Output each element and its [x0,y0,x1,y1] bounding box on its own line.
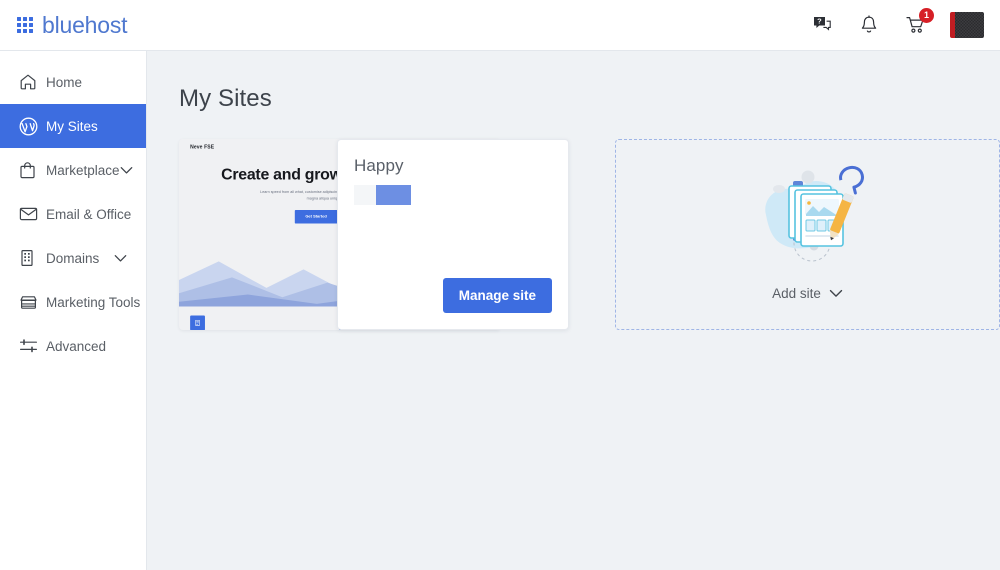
envelope-icon [19,206,40,222]
site-entry: Neve FSE Home Pages Blog Contact Create … [179,139,569,330]
site-card: Happy Manage site [337,139,569,330]
placeholder-block [354,185,376,205]
home-icon [19,73,40,91]
sidebar-item-label: Advanced [46,338,107,354]
site-name: Happy [354,156,404,175]
brand-logo[interactable]: bluehost [0,11,128,38]
main-content: My Sites Neve FSE Home Pages Blog Contac… [147,51,1000,570]
preview-feature: Build your site The flexibility and crea… [190,315,339,330]
avatar[interactable] [950,12,984,38]
sidebar-item-label: Domains [46,250,100,266]
wordpress-icon [19,117,40,136]
chevron-down-icon[interactable] [114,254,127,263]
add-site-label: Add site [772,286,821,301]
sidebar-item-label: Marketplace [46,162,120,178]
preview-primary-button: Get Started [294,209,338,224]
sidebar-item-home[interactable]: Home [0,60,146,104]
sidebar-item-label: My Sites [46,118,98,134]
chevron-down-icon[interactable] [829,285,843,303]
add-site-panel[interactable]: Add site [615,139,1000,330]
status-badge-placeholder [354,185,411,205]
sidebar: Home My Sites Marketplace Email & Office… [0,51,147,570]
add-site-control[interactable]: Add site [772,285,843,303]
brand-name: bluehost [42,11,128,38]
website-builder-illustration [748,163,868,271]
grid-squares-icon [17,17,33,33]
manage-site-button[interactable]: Manage site [442,278,552,313]
sidebar-item-label: Home [46,74,83,90]
building-icon [19,249,40,267]
bluehost-dashboard: bluehost ? 1 Home My Sites Marketplace E… [0,0,1000,570]
sidebar-item-advanced[interactable]: Advanced [0,324,146,368]
page-title: My Sites [179,85,272,112]
sidebar-item-domains[interactable]: Domains [0,236,146,280]
bell-icon[interactable] [856,12,882,38]
sliders-icon [19,338,40,354]
sidebar-item-email-office[interactable]: Email & Office [0,192,146,236]
cart-badge: 1 [919,8,934,23]
chevron-down-icon[interactable] [120,166,133,175]
chat-question-icon[interactable]: ? [809,12,835,38]
preview-logo: Neve FSE [190,144,215,150]
top-header: bluehost ? 1 [0,0,1000,51]
svg-text:?: ? [817,17,822,26]
layout-icon [190,315,205,330]
sidebar-item-marketplace[interactable]: Marketplace [0,148,146,192]
header-actions: ? 1 [809,8,1000,38]
sidebar-item-label: Email & Office [46,206,132,222]
sidebar-item-marketing-tools[interactable]: Marketing Tools [0,280,146,324]
placeholder-block [376,185,411,205]
shopping-cart-icon[interactable]: 1 [903,8,934,38]
storefront-icon [19,294,40,311]
sites-row: Neve FSE Home Pages Blog Contact Create … [179,139,1000,330]
shopping-bag-icon [19,161,40,179]
sidebar-item-my-sites[interactable]: My Sites [0,104,146,148]
sidebar-item-label: Marketing Tools [46,294,141,310]
